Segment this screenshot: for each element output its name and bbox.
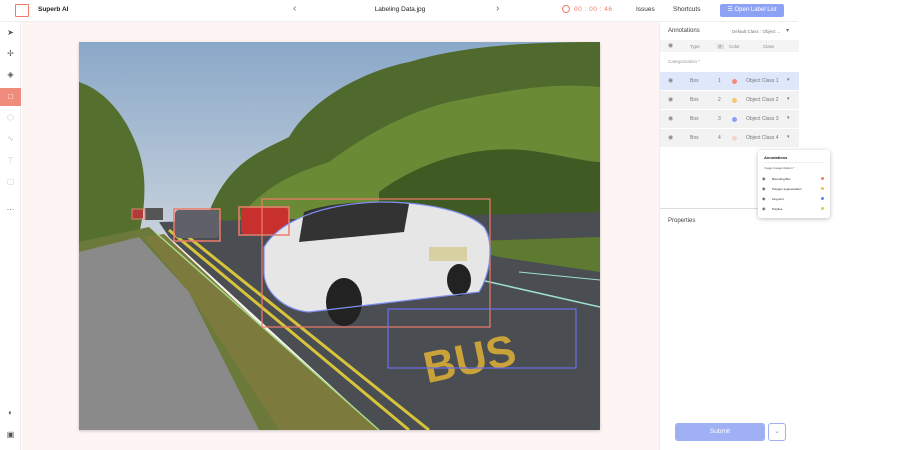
fill-icon[interactable]: ◈ [0,66,21,84]
popup-subtitle: Image Categorization * [764,166,795,170]
list-icon: ☰ [727,7,733,13]
polyline-icon[interactable]: ∿ [0,130,21,148]
eye-icon[interactable]: ◉ [762,186,766,191]
eye-icon[interactable]: ◉ [668,42,673,49]
polygon-icon[interactable]: ⬡ [0,109,21,127]
properties-title: Properties [668,218,696,224]
annotation-row[interactable]: ◉ Box 3 Object Class 3 ▾ [660,110,799,128]
color-swatch [732,136,737,141]
column-number: # [717,44,724,49]
popup-item-label: Polygon segmentation [772,187,802,191]
color-swatch [732,98,737,103]
chevron-down-icon[interactable]: ▾ [786,27,789,34]
color-swatch [821,197,824,200]
file-name: Labeling Data.jpg [374,6,426,13]
more-icon[interactable]: … [0,199,21,217]
eye-icon[interactable]: ◉ [762,176,766,181]
annotation-row[interactable]: ◉ Box 4 Object Class 4 ▾ [660,129,799,147]
popup-item-label: Polyline [772,207,783,211]
chevron-down-icon[interactable]: ▾ [787,115,790,121]
open-label-list-button[interactable]: ☰ Open Label List [720,4,784,17]
annotation-class: Object Class 4 [746,135,779,141]
popup-item-label: Keypoint [772,197,784,201]
annotation-row[interactable]: ◉ Box 1 Object Class 1 ▾ [660,72,799,90]
annotation-number: 2 [718,97,721,103]
annotation-row[interactable]: ◉ Box 2 Object Class 2 ▾ [660,91,799,109]
eye-icon[interactable]: ◉ [668,96,673,103]
cuboid-icon[interactable]: ▢ [0,173,21,191]
tool-sidebar: ➤ ✢ ◈ □ ⬡ ∿ ⊤ ▢ … ◐ ▣ [0,22,21,450]
chevron-down-icon[interactable]: ▾ [787,96,790,102]
color-swatch [732,79,737,84]
annotation-tools-popup: Annotations Image Categorization * ◉ Bou… [758,150,830,218]
column-class: Class [763,44,775,49]
color-swatch [821,177,824,180]
popup-item-keypoint[interactable]: ◉ Keypoint [762,195,826,203]
annotation-type: Box [690,97,699,103]
annotation-number: 3 [718,116,721,122]
eye-icon[interactable]: ◉ [668,134,673,141]
chevron-down-icon[interactable]: ▾ [787,134,790,140]
chevron-down-icon[interactable]: ⌄ [768,423,786,441]
chevron-right-icon[interactable]: › [496,3,499,14]
cursor-icon[interactable]: ➤ [0,24,21,42]
annotation-number: 4 [718,135,721,141]
annotation-class: Object Class 2 [746,97,779,103]
annotation-class: Object Class 1 [746,78,779,84]
timer: 00 : 00 : 46 [574,6,613,13]
popup-title: Annotations [764,155,788,160]
annotations-panel: Annotations Default Class : Object ... ▾… [659,22,799,450]
divider [764,162,824,163]
shortcuts-button[interactable]: Shortcuts [673,6,700,13]
move-icon[interactable]: ✢ [0,45,21,63]
annotation-number: 1 [718,78,721,84]
chevron-down-icon[interactable]: ▾ [787,77,790,83]
popup-item-polygon[interactable]: ◉ Polygon segmentation [762,185,826,193]
popup-item-bounding-box[interactable]: ◉ Bounding Box [762,175,826,183]
eye-icon[interactable]: ◉ [762,206,766,211]
column-color: Color [729,44,740,49]
chevron-left-icon[interactable]: ‹ [293,3,296,14]
color-swatch [821,207,824,210]
eye-icon[interactable]: ◉ [668,77,673,84]
annotation-type: Box [690,135,699,141]
annotation-type: Box [690,78,699,84]
submit-button[interactable]: Submit [675,423,765,441]
road-scene-photo[interactable]: BUS [79,42,600,430]
annotations-header-row: ◉ Type # Color Class [660,40,799,52]
eye-icon[interactable]: ◉ [668,115,673,122]
keypoint-icon[interactable]: ⊤ [0,152,21,170]
eye-icon[interactable]: ◉ [762,196,766,201]
color-swatch [732,117,737,122]
popup-item-polyline[interactable]: ◉ Polyline [762,205,826,213]
popup-item-label: Bounding Box [772,177,791,181]
annotations-title: Annotations [668,28,700,34]
annotation-type: Box [690,116,699,122]
timer-icon [562,5,570,13]
fit-screen-icon[interactable]: ▣ [0,426,21,444]
column-type: Type [690,44,700,49]
issues-button[interactable]: Issues [636,6,655,13]
contrast-icon[interactable]: ◐ [0,404,21,422]
app-name: Superb AI [38,6,69,13]
annotation-class: Object Class 3 [746,116,779,122]
default-class-select[interactable]: Default Class : Object ... [732,29,781,34]
open-label-list-label: Open Label List [734,7,777,13]
color-swatch [821,187,824,190]
photo-svg: BUS [79,42,600,430]
top-bar: Superb AI ‹ Labeling Data.jpg › 00 : 00 … [0,0,798,22]
categorization-label: Categorization * [668,59,701,64]
superb-ai-logo [15,4,29,17]
bounding-box-icon[interactable]: □ [0,88,21,106]
